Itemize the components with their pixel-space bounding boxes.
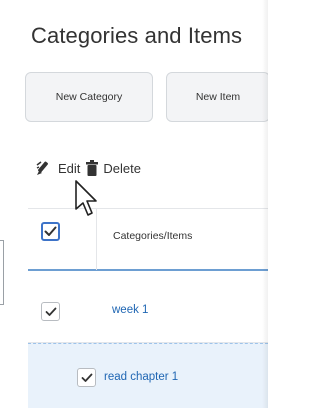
new-item-button[interactable]: New Item xyxy=(166,72,268,122)
categories-page: Categories and Items New Category New It… xyxy=(0,0,268,408)
action-toolbar: Edit Delete xyxy=(35,155,141,181)
delete-action[interactable]: Delete xyxy=(86,160,141,176)
scroll-edge xyxy=(262,0,268,408)
pencil-icon xyxy=(35,159,53,177)
checkmark-icon xyxy=(44,226,57,236)
row-checkbox-read-chapter-1[interactable] xyxy=(77,368,96,387)
delete-label: Delete xyxy=(103,160,141,176)
page-title: Categories and Items xyxy=(31,23,243,48)
category-link-week-1[interactable]: week 1 xyxy=(112,304,148,316)
checkmark-icon xyxy=(45,307,56,316)
edit-label: Edit xyxy=(58,160,81,176)
new-category-button[interactable]: New Category xyxy=(25,72,153,122)
column-header-categories-items: Categories/Items xyxy=(113,230,193,242)
row-checkbox-week-1[interactable] xyxy=(41,302,60,321)
mouse-cursor-icon xyxy=(75,180,97,216)
checkmark-icon xyxy=(81,373,92,382)
edit-action[interactable]: Edit xyxy=(35,159,80,177)
select-all-checkbox[interactable] xyxy=(41,222,60,241)
trash-icon xyxy=(86,160,99,176)
side-panel-edge xyxy=(0,240,4,305)
item-link-read-chapter-1[interactable]: read chapter 1 xyxy=(104,371,178,383)
